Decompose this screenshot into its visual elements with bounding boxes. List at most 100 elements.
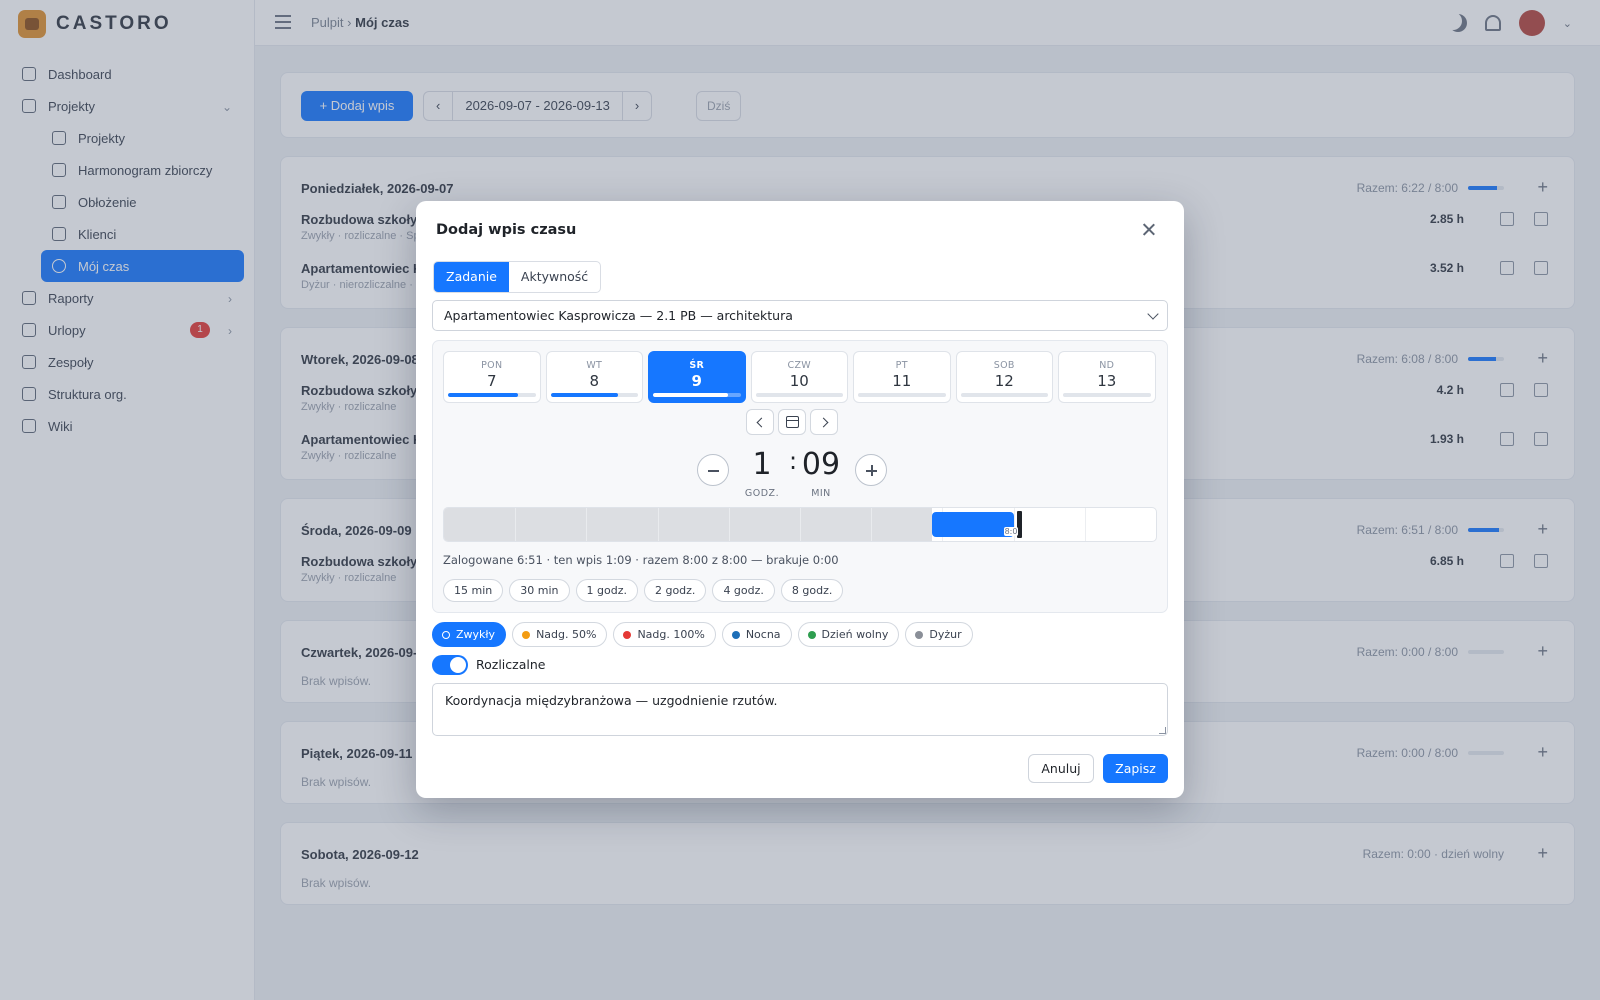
day-name: PT — [895, 360, 908, 371]
quick-duration-button[interactable]: 15 min — [443, 579, 504, 602]
decrease-button[interactable] — [697, 454, 729, 486]
hour-gridline — [871, 508, 873, 541]
type-color-dot-icon — [522, 630, 531, 639]
type-color-dot-icon — [807, 630, 816, 639]
day-progress-fill — [653, 393, 729, 397]
day-number: 11 — [892, 372, 912, 390]
time-panel: PON 7 WT 8 ŚR 9 CZW 10 PT 11 SOB 12 ND 13 1 GODZ. : 0… — [432, 340, 1168, 613]
day-number: 10 — [789, 372, 809, 390]
day-progress — [858, 393, 946, 397]
day-number: 7 — [486, 372, 497, 390]
hour-gridline — [1084, 508, 1086, 541]
day-name: PON — [481, 360, 503, 371]
minus-icon — [708, 470, 719, 472]
day-progress-fill — [550, 393, 618, 397]
hour-gridline — [515, 508, 517, 541]
day-name: WT — [586, 360, 603, 371]
type-chip[interactable]: Nocna — [721, 622, 792, 647]
billable-toggle[interactable] — [432, 655, 468, 675]
minutes-value[interactable]: 09 — [801, 447, 841, 482]
day-button-pt[interactable]: PT 11 — [853, 351, 951, 403]
hour-gridline — [1013, 508, 1015, 541]
minutes-label: MIN — [811, 488, 831, 499]
day-name: SOB — [993, 360, 1015, 371]
logged-time-bar — [444, 508, 932, 541]
calendar-button[interactable] — [778, 409, 806, 435]
type-chip[interactable]: Nadg. 100% — [613, 622, 716, 647]
save-button[interactable]: Zapisz — [1103, 754, 1168, 783]
type-chip[interactable]: Dzień wolny — [797, 622, 900, 647]
hour-gridline — [657, 508, 659, 541]
day-button-sob[interactable]: SOB 12 — [955, 351, 1053, 403]
type-chip-label: Nocna — [745, 628, 781, 641]
next-day-button[interactable] — [810, 409, 838, 435]
quick-duration-button[interactable]: 30 min — [509, 579, 570, 602]
day-progress — [448, 393, 536, 397]
day-button-śr[interactable]: ŚR 9 — [648, 351, 746, 403]
day-progress — [960, 393, 1048, 397]
billable-label: Rozliczalne — [476, 657, 546, 672]
quick-duration-button[interactable]: 2 godz. — [643, 579, 707, 602]
quick-duration-button[interactable]: 8 godz. — [780, 579, 844, 602]
add-time-entry-dialog: Dodaj wpis czasu Zadanie Aktywność Apart… — [416, 201, 1184, 798]
prev-day-button[interactable] — [746, 409, 774, 435]
day-number: 9 — [691, 372, 702, 390]
day-name: CZW — [787, 360, 811, 371]
day-button-wt[interactable]: WT 8 — [545, 351, 643, 403]
week-day-picker: PON 7 WT 8 ŚR 9 CZW 10 PT 11 SOB 12 ND 13 — [443, 351, 1156, 403]
day-name: ŚR — [689, 360, 705, 371]
day-progress — [1063, 393, 1151, 397]
hours-value[interactable]: 1 — [747, 447, 777, 482]
type-chip-label: Dzień wolny — [821, 628, 889, 641]
time-separator: : — [789, 447, 798, 475]
quick-duration-buttons: 15 min 30 min 1 godz. 2 godz. 4 godz. 8 godz. — [443, 579, 844, 602]
task-select[interactable]: Apartamentowiec Kasprowicza — 2.1 PB — a… — [432, 300, 1168, 331]
quick-duration-button[interactable]: 4 godz. — [712, 579, 775, 602]
day-number: 12 — [994, 372, 1014, 390]
note-field[interactable]: Koordynacja międzybranżowa — uzgodnienie… — [432, 683, 1168, 736]
day-button-nd[interactable]: ND 13 — [1058, 351, 1156, 403]
current-entry-bar[interactable] — [931, 512, 1014, 537]
type-color-dot-icon — [731, 630, 740, 639]
type-color-dot-icon — [915, 630, 924, 639]
day-button-czw[interactable]: CZW 10 — [750, 351, 848, 403]
day-navigator — [746, 409, 838, 435]
hour-gridline — [800, 508, 801, 541]
type-chip-label: Dyżur — [929, 628, 962, 641]
quick-duration-button[interactable]: 1 godz. — [575, 579, 638, 602]
type-color-dot-icon — [442, 630, 450, 639]
cancel-button[interactable]: Anuluj — [1028, 754, 1094, 783]
resize-handle-icon[interactable] — [1159, 727, 1166, 734]
increase-button[interactable] — [855, 454, 887, 486]
day-progress — [755, 393, 843, 397]
time-type-chips: Zwykły Nadg. 50% Nadg. 100% Nocna Dzień woln… — [432, 622, 973, 647]
type-chip-label: Nadg. 100% — [637, 628, 705, 641]
type-color-dot-icon — [623, 630, 632, 639]
calendar-icon — [786, 416, 799, 428]
type-chip-label: Zwykły — [456, 628, 496, 641]
close-icon[interactable] — [1140, 221, 1158, 239]
dialog-title: Dodaj wpis czasu — [436, 222, 577, 238]
day-name: ND — [1099, 360, 1115, 371]
tab-task[interactable]: Zadanie — [434, 262, 509, 292]
day-progress-fill — [448, 393, 518, 397]
hour-gridline — [728, 508, 730, 541]
type-chip[interactable]: Nadg. 50% — [512, 622, 608, 647]
day-progress — [653, 393, 741, 397]
task-select-value: Apartamentowiec Kasprowicza — 2.1 PB — a… — [444, 308, 793, 323]
type-chip-label: Nadg. 50% — [536, 628, 597, 641]
chevron-down-icon — [1147, 308, 1159, 320]
hours-label: GODZ. — [744, 488, 780, 499]
day-button-pon[interactable]: PON 7 — [443, 351, 541, 403]
type-chip[interactable]: Dyżur — [905, 622, 973, 647]
day-number: 13 — [1097, 372, 1117, 390]
entry-kind-tabs: Zadanie Aktywność — [433, 261, 602, 293]
tab-activity[interactable]: Aktywność — [509, 262, 600, 292]
time-summary: Zalogowane 6:51 · ten wpis 1:09 · razem … — [443, 553, 839, 567]
day-progress — [550, 393, 638, 397]
target-label: 8:0 — [1003, 527, 1019, 536]
type-chip[interactable]: Zwykły — [432, 622, 507, 647]
day-timeline[interactable]: 8:0 — [443, 507, 1157, 542]
hour-gridline — [586, 508, 588, 541]
day-number: 8 — [589, 372, 600, 390]
